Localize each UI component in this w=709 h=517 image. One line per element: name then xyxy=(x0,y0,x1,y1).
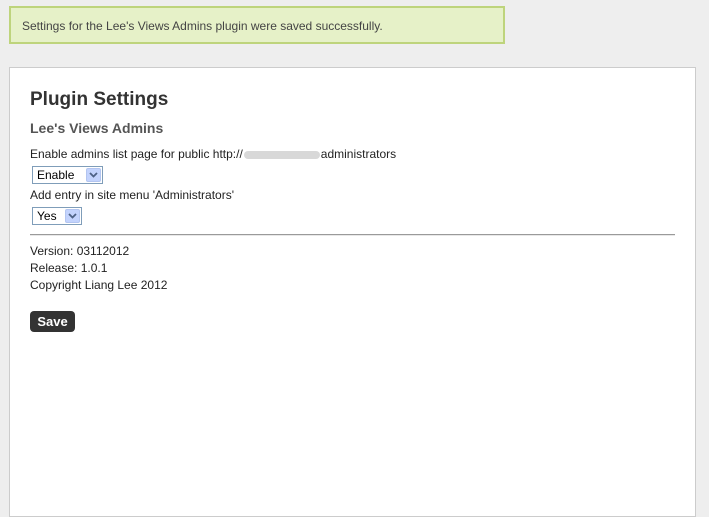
release-text: Release: 1.0.1 xyxy=(30,261,108,275)
site-menu-label: Add entry in site menu 'Administrators' xyxy=(30,188,234,202)
version-text: Version: 03112012 xyxy=(30,244,130,258)
site-menu-select-value: Yes xyxy=(37,209,57,223)
admins-page-label-suffix: administrators xyxy=(320,147,397,161)
admins-page-select[interactable]: Enable xyxy=(32,166,103,184)
settings-panel: Plugin Settings Lee's Views Admins Enabl… xyxy=(9,67,696,517)
page-title: Plugin Settings xyxy=(30,89,169,110)
site-menu-select[interactable]: Yes xyxy=(32,207,82,225)
plugin-name: Lee's Views Admins xyxy=(30,120,164,136)
redacted-domain xyxy=(243,150,320,159)
admins-page-label-prefix: Enable admins list page for public http:… xyxy=(30,147,243,161)
chevron-down-icon[interactable] xyxy=(65,209,80,223)
divider xyxy=(30,234,675,236)
admins-page-select-value: Enable xyxy=(37,168,75,182)
admins-page-label: Enable admins list page for public http:… xyxy=(30,147,396,161)
success-message: Settings for the Lee's Views Admins plug… xyxy=(22,19,383,33)
success-notice: Settings for the Lee's Views Admins plug… xyxy=(9,6,505,44)
copyright-text: Copyright Liang Lee 2012 xyxy=(30,278,168,292)
save-button[interactable]: Save xyxy=(30,311,75,332)
chevron-down-icon[interactable] xyxy=(86,168,101,182)
